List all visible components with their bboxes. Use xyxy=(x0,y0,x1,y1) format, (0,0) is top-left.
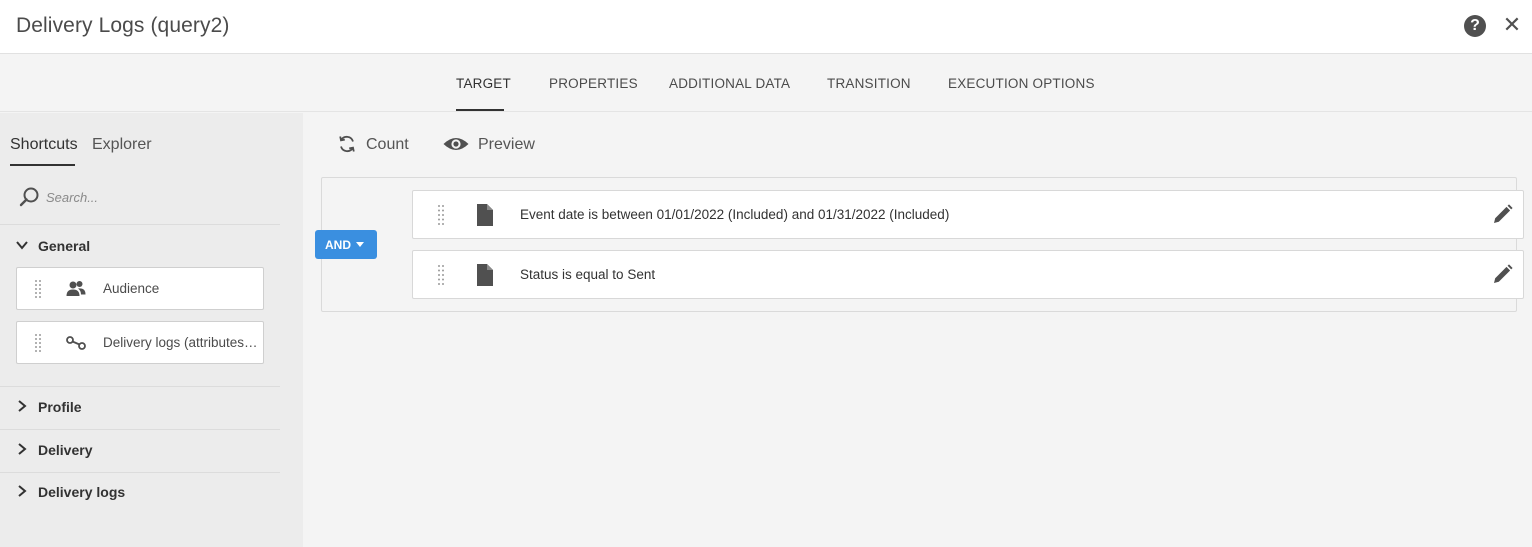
caret-down-icon xyxy=(356,242,364,247)
drag-handle-icon[interactable] xyxy=(437,204,445,226)
search-bar xyxy=(0,179,280,225)
group-label: Delivery logs xyxy=(38,484,126,500)
chevron-down-icon xyxy=(16,241,28,250)
group-general[interactable]: General xyxy=(0,226,280,268)
group-label: General xyxy=(38,238,91,254)
preview-label: Preview xyxy=(478,136,535,153)
search-icon xyxy=(19,187,39,207)
group-profile[interactable]: Profile xyxy=(0,387,280,429)
drag-handle-icon[interactable] xyxy=(34,333,42,353)
help-icon[interactable]: ? xyxy=(1464,15,1486,37)
count-label: Count xyxy=(366,136,409,153)
audience-icon xyxy=(66,281,86,296)
eye-icon xyxy=(443,138,469,150)
chevron-right-icon xyxy=(18,400,27,412)
tab-target[interactable]: TARGET xyxy=(456,76,511,91)
document-icon xyxy=(477,204,493,226)
refresh-icon xyxy=(339,136,355,152)
count-button[interactable]: Count xyxy=(337,133,417,157)
active-tab-indicator xyxy=(456,109,504,111)
operator-label: AND xyxy=(325,238,351,252)
drag-handle-icon[interactable] xyxy=(437,264,445,286)
edit-icon[interactable] xyxy=(1490,203,1514,227)
drag-handle-icon[interactable] xyxy=(34,279,42,299)
chevron-right-icon xyxy=(18,485,27,497)
tab-properties[interactable]: PROPERTIES xyxy=(549,76,638,91)
condition-row[interactable]: Status is equal to Sent xyxy=(412,250,1524,299)
title-bar: Delivery Logs (query2) ? ✕ xyxy=(0,0,1532,54)
condition-row[interactable]: Event date is between 01/01/2022 (Includ… xyxy=(412,190,1524,239)
search-input[interactable] xyxy=(46,186,266,208)
close-icon[interactable]: ✕ xyxy=(1500,12,1524,38)
sidebar-tab-shortcuts[interactable]: Shortcuts xyxy=(10,136,78,154)
group-label: Profile xyxy=(38,399,82,415)
group-delivery[interactable]: Delivery xyxy=(0,430,280,472)
sidebar: Shortcuts Explorer General xyxy=(0,113,303,547)
group-label: Delivery xyxy=(38,442,93,458)
shortcut-label: Delivery logs (attributes… xyxy=(103,335,258,350)
tab-additional-data[interactable]: ADDITIONAL DATA xyxy=(669,76,790,91)
shortcut-label: Audience xyxy=(103,281,160,296)
tab-bar: TARGET PROPERTIES ADDITIONAL DATA TRANSI… xyxy=(0,54,1532,112)
sidebar-tab-indicator xyxy=(10,164,75,166)
shortcut-delivery-logs-attributes[interactable]: Delivery logs (attributes… xyxy=(16,321,264,364)
chevron-right-icon xyxy=(18,443,27,455)
edit-icon[interactable] xyxy=(1490,263,1514,287)
sidebar-tab-explorer[interactable]: Explorer xyxy=(92,136,152,154)
group-delivery-logs[interactable]: Delivery logs xyxy=(0,472,280,514)
window-title: Delivery Logs (query2) xyxy=(16,14,230,37)
main-panel: Count Preview Event date is between 01/0… xyxy=(303,113,1532,547)
condition-label: Status is equal to Sent xyxy=(520,267,656,282)
condition-group: Event date is between 01/01/2022 (Includ… xyxy=(321,177,1524,312)
operator-dropdown[interactable]: AND xyxy=(315,230,377,259)
document-icon xyxy=(477,264,493,286)
preview-button[interactable]: Preview xyxy=(442,133,542,157)
tab-execution-options[interactable]: EXECUTION OPTIONS xyxy=(948,76,1095,91)
link-icon xyxy=(66,336,86,350)
condition-label: Event date is between 01/01/2022 (Includ… xyxy=(520,207,950,222)
shortcut-audience[interactable]: Audience xyxy=(16,267,264,310)
tab-transition[interactable]: TRANSITION xyxy=(827,76,911,91)
